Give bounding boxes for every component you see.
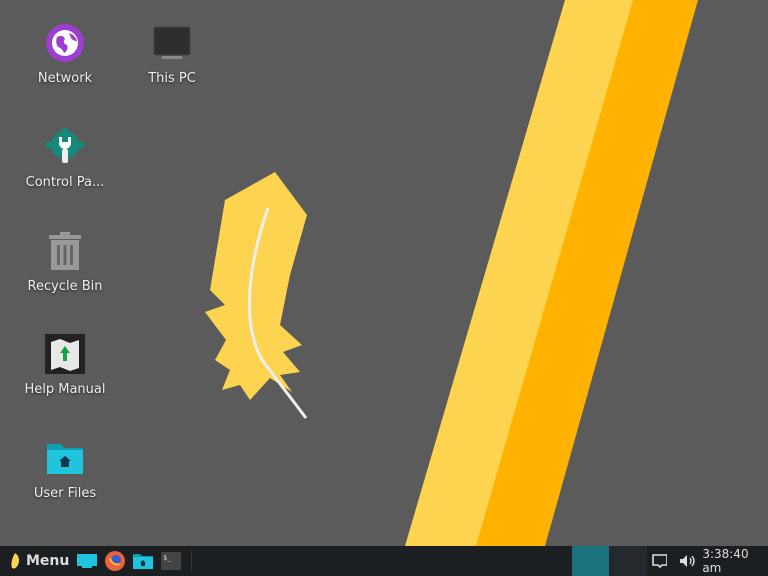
desktop-icon-user-files[interactable]: User Files — [17, 438, 113, 501]
desktop-icon-recycle-bin[interactable]: Recycle Bin — [17, 231, 113, 294]
menu-label: Menu — [26, 553, 70, 569]
map-book-icon — [45, 334, 85, 374]
svg-text:$_: $_ — [163, 554, 172, 562]
desktop-icon-label: Recycle Bin — [27, 279, 103, 294]
terminal-icon: $_ — [161, 552, 182, 570]
control-panel-gear-icon — [46, 128, 84, 163]
taskbar-separator — [191, 550, 193, 572]
desktop-icon — [77, 554, 98, 568]
file-manager-launcher[interactable] — [129, 546, 157, 576]
desktop-icon-label: Network — [37, 71, 93, 86]
home-folder-icon — [47, 444, 83, 474]
desktop-icon-label: User Files — [33, 486, 97, 501]
desktop-icon-network[interactable]: Network — [17, 23, 113, 86]
menu-button[interactable]: Menu — [8, 546, 69, 576]
feather-logo — [205, 172, 308, 419]
desktop-icon-help-manual[interactable]: Help Manual — [17, 334, 113, 397]
taskbar: Menu $_ 3:38:40 am — [0, 546, 768, 576]
display-tray-icon[interactable] — [652, 554, 668, 568]
workspace-2[interactable] — [609, 546, 647, 576]
firefox-icon — [105, 551, 126, 571]
workspace-1[interactable] — [572, 546, 609, 576]
trash-icon — [49, 232, 81, 270]
computer-monitor-icon — [153, 26, 191, 59]
desktop-icon-label: Help Manual — [24, 382, 106, 397]
show-desktop-button[interactable] — [73, 546, 101, 576]
desktop-icon-control-panel[interactable]: Control Pa... — [17, 127, 113, 190]
terminal-launcher[interactable]: $_ — [157, 546, 185, 576]
volume-icon[interactable] — [679, 554, 696, 568]
network-globe-icon — [46, 24, 84, 62]
firefox-launcher[interactable] — [101, 546, 129, 576]
wallpaper — [205, 0, 698, 546]
desktop-icon-this-pc[interactable]: This PC — [124, 23, 220, 86]
feather-menu-icon — [11, 553, 19, 569]
clock[interactable]: 3:38:40 am — [702, 547, 768, 575]
home-folder-icon — [133, 554, 154, 569]
desktop-icon-label: Control Pa... — [25, 175, 105, 190]
desktop-icon-label: This PC — [148, 71, 196, 86]
